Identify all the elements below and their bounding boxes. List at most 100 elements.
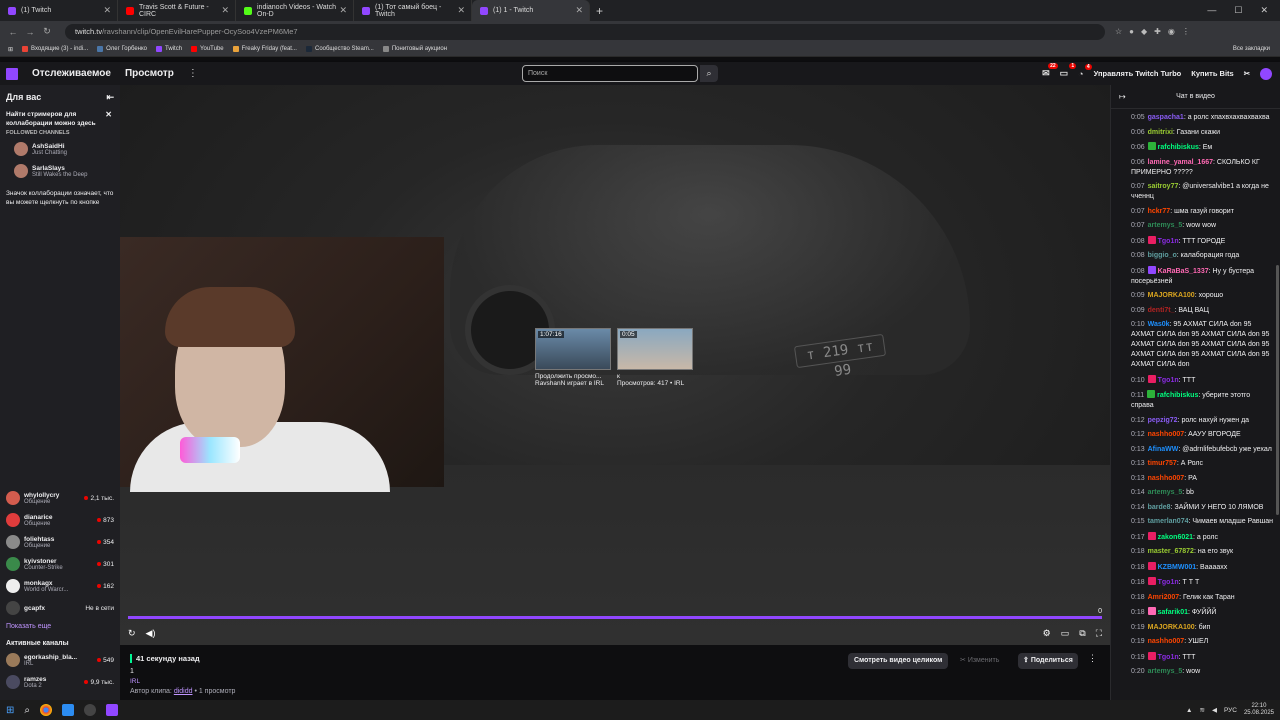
close-tab-icon[interactable]: ✕	[221, 5, 229, 16]
chat-username[interactable]: MAJORKA100	[1148, 292, 1195, 299]
bookmark-item[interactable]: Понитовый аукцион	[382, 46, 447, 52]
chat-username[interactable]: Tgo1n	[1158, 238, 1179, 245]
bookmark-item[interactable]: Входящие (3) - indi...	[22, 46, 88, 52]
clip-category[interactable]: IRL	[130, 678, 140, 685]
avatar[interactable]	[1260, 67, 1272, 80]
windows-icon[interactable]: ⊞	[6, 705, 14, 716]
close-tab-icon[interactable]: ✕	[339, 5, 347, 16]
theatre-icon[interactable]: ▭	[1061, 628, 1070, 639]
chat-username[interactable]: barde8	[1148, 504, 1171, 511]
chat-username[interactable]: nashho007	[1148, 475, 1185, 482]
new-tab-icon[interactable]: +	[596, 4, 603, 18]
forward-icon[interactable]: →	[23, 27, 37, 37]
search-icon[interactable]: ⌕	[24, 705, 30, 716]
show-more-link[interactable]: Показать еще	[0, 619, 120, 634]
tray-icon[interactable]: ▲	[1186, 707, 1192, 714]
all-bookmarks[interactable]: Все закладки	[1233, 46, 1270, 52]
chat-username[interactable]: Was0k	[1148, 321, 1170, 328]
active-channel[interactable]: egorkaship_bla... IRL 549	[0, 649, 120, 671]
popup-channel[interactable]: AshSaidHi Just Chatting	[0, 138, 120, 160]
apps-icon[interactable]: ⊞	[8, 46, 13, 53]
close-icon[interactable]: ✕	[105, 110, 112, 120]
edit-button[interactable]: ✂ Изменить	[956, 653, 1003, 669]
sidebar-channel[interactable]: monkagx World of Warcr... 162	[0, 575, 120, 597]
speaker-icon[interactable]: ◀	[1212, 706, 1217, 714]
nav-browse[interactable]: Просмотр	[125, 68, 174, 79]
watch-full-button[interactable]: Смотреть видео целиком	[848, 653, 949, 669]
extension-icon[interactable]: ◆	[1141, 27, 1147, 36]
chat-username[interactable]: Tgo1n	[1158, 654, 1179, 661]
chat-username[interactable]: biggio_o	[1148, 252, 1177, 259]
chat-username[interactable]: Tgo1n	[1158, 579, 1179, 586]
sidebar-channel[interactable]: dianarice Общение 873	[0, 509, 120, 531]
end-card[interactable]: 1:07:16 Продолжить просмо... RavshanN игра…	[535, 328, 611, 387]
chrome-icon[interactable]	[40, 704, 52, 716]
sidebar-channel[interactable]: gcapfx Не в сети	[0, 597, 120, 619]
bookmark-item[interactable]: Freaky Friday (feat...	[232, 46, 297, 52]
replay-icon[interactable]: ↻	[128, 628, 136, 639]
collapse-chat-icon[interactable]: ↦	[1119, 92, 1126, 101]
chat-username[interactable]: artemys_5	[1148, 489, 1183, 496]
bookmark-item[interactable]: YouTube	[191, 46, 224, 52]
bookmark-item[interactable]: Сообщество Steam...	[305, 46, 374, 52]
close-window-icon[interactable]: ✕	[1260, 5, 1268, 16]
chat-username[interactable]: rafchibiskus	[1158, 144, 1199, 151]
chat-username[interactable]: MAJORKA100	[1148, 624, 1195, 631]
active-channel[interactable]: ramzes Dota 2 9,9 тыс.	[0, 671, 120, 693]
extension-icon[interactable]: ●	[1129, 27, 1134, 36]
volume-icon[interactable]: ◀)	[146, 628, 156, 639]
browser-tab[interactable]: (1) 1 - Twitch ✕	[472, 0, 590, 21]
chat-username[interactable]: zakon6021	[1158, 534, 1193, 541]
minimize-icon[interactable]: —	[1207, 5, 1216, 16]
url-field[interactable]: twitch.tv/ravshann/clip/OpenEvilHarePupp…	[65, 23, 1105, 40]
clock[interactable]: 22:10 25.08.2025	[1244, 703, 1274, 717]
chat-username[interactable]: AfinaWW	[1148, 446, 1179, 453]
chat-username[interactable]: KZBMW001	[1158, 564, 1197, 571]
bookmark-item[interactable]: Олег Горбенко	[97, 46, 147, 52]
inbox-icon[interactable]: ✉ 22	[1042, 63, 1058, 79]
chat-username[interactable]: tamerlan074	[1148, 518, 1189, 525]
chat-username[interactable]: dmitrixi	[1148, 129, 1173, 136]
video-player[interactable]: т 219 тт 99 1:07:16 Продолжить просмо... R…	[120, 85, 1110, 645]
activity-icon[interactable]: ◔ 4	[1078, 63, 1092, 79]
chat-username[interactable]: master_67872	[1148, 548, 1194, 555]
whispers-icon[interactable]: ▭ 1	[1060, 63, 1077, 79]
maximize-icon[interactable]: ☐	[1234, 5, 1242, 16]
share-button[interactable]: ⇪ Поделиться	[1018, 653, 1078, 669]
star-icon[interactable]: ☆	[1115, 27, 1122, 36]
author-link[interactable]: dididd	[174, 688, 193, 695]
chat-scrollbar[interactable]	[1276, 265, 1279, 515]
bits-button[interactable]: Купить Bits	[1191, 69, 1233, 78]
chat-username[interactable]: gaspacha1	[1148, 114, 1184, 121]
settings-icon[interactable]: ⚙	[1043, 628, 1051, 639]
chat-username[interactable]: timur757	[1148, 460, 1177, 467]
tools-icon[interactable]: ✂	[1244, 69, 1250, 78]
browser-icon[interactable]	[62, 704, 74, 716]
menu-icon[interactable]: ⋮	[1182, 27, 1190, 36]
twitch-app-icon[interactable]	[106, 704, 118, 716]
search-input[interactable]: Поиск	[522, 65, 698, 82]
twitch-logo-icon[interactable]	[6, 67, 18, 80]
chat-username[interactable]: nashho007	[1148, 638, 1185, 645]
chat-username[interactable]: Amri2007	[1148, 594, 1180, 601]
turbo-button[interactable]: Управлять Twitch Turbo	[1094, 69, 1182, 78]
language-indicator[interactable]: РУС	[1224, 707, 1237, 714]
close-tab-icon[interactable]: ✕	[103, 5, 111, 16]
chat-username[interactable]: safarik01	[1158, 609, 1188, 616]
browser-tab[interactable]: (1) Тот самый боец - Twitch ✕	[354, 0, 472, 21]
search-icon[interactable]: ⌕	[700, 65, 718, 82]
chat-username[interactable]: artemys_5	[1148, 668, 1183, 675]
back-icon[interactable]: ←	[6, 27, 20, 37]
puzzle-icon[interactable]: ✚	[1154, 27, 1161, 36]
progress-bar[interactable]	[128, 616, 1102, 619]
chat-username[interactable]: Tgo1n	[1158, 377, 1179, 384]
close-tab-icon[interactable]: ✕	[457, 5, 465, 16]
close-tab-icon[interactable]: ✕	[575, 5, 583, 16]
more-icon[interactable]: ⋮	[188, 68, 198, 79]
sidebar-channel[interactable]: foliehtass Общение 354	[0, 531, 120, 553]
chat-username[interactable]: rafchibiskus	[1157, 392, 1198, 399]
more-icon[interactable]: ⋮	[1088, 653, 1097, 664]
nav-following[interactable]: Отслеживаемое	[32, 68, 111, 79]
chat-username[interactable]: saitroy77	[1148, 183, 1179, 190]
browser-tab[interactable]: indianoch Videos - Watch On-D ✕	[236, 0, 354, 21]
